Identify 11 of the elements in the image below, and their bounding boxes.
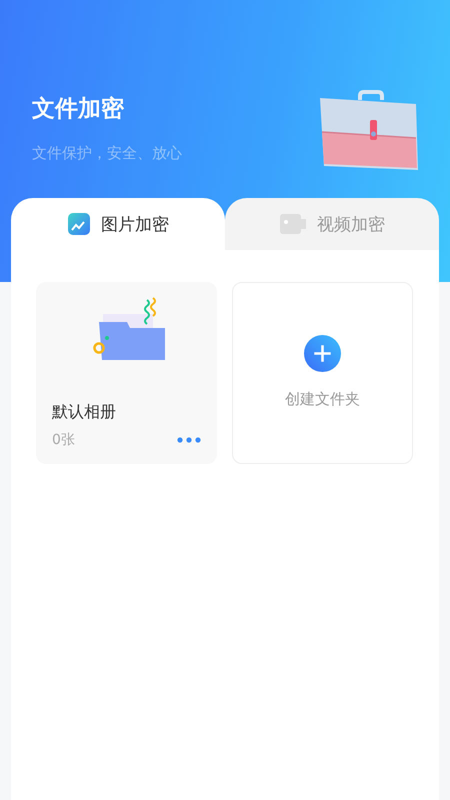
more-icon[interactable]	[177, 437, 201, 443]
album-card[interactable]: 默认相册 0张	[36, 282, 217, 464]
page-title: 文件加密	[32, 95, 125, 124]
create-folder-label: 创建文件夹	[285, 390, 360, 409]
tab[interactable]: 图片加密	[11, 198, 225, 250]
image-icon	[67, 212, 91, 236]
page-subtitle: 文件保护，安全、放心	[32, 144, 182, 163]
plus-icon	[304, 335, 341, 372]
video-icon	[279, 212, 307, 236]
photo-count: 0张	[52, 431, 75, 449]
album-name: 默认相册	[52, 402, 117, 423]
